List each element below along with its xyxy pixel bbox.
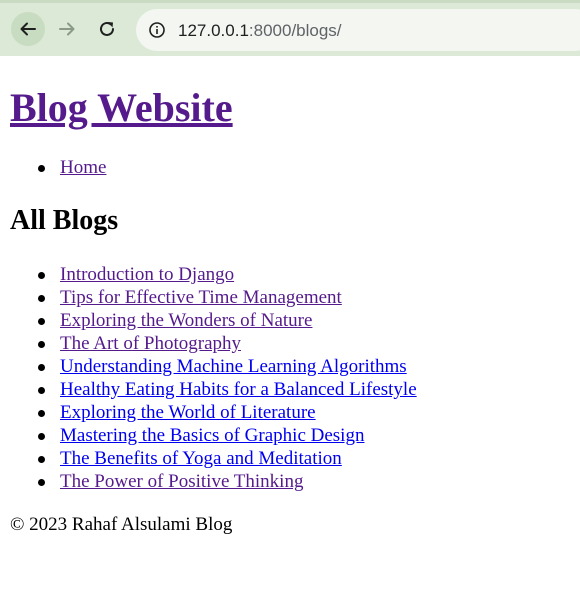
info-circle-icon[interactable] [148, 21, 166, 39]
url-path: :8000/blogs/ [248, 21, 342, 40]
arrow-left-icon [20, 22, 36, 36]
blog-link[interactable]: Understanding Machine Learning Algorithm… [60, 356, 407, 377]
blog-link[interactable]: The Power of Positive Thinking [60, 471, 303, 492]
list-item: The Power of Positive Thinking [10, 470, 417, 493]
site-title: Blog Website [10, 84, 233, 132]
blog-link[interactable]: Mastering the Basics of Graphic Design [60, 425, 364, 446]
page-content: Blog Website Home All Blogs Introduction… [0, 56, 580, 589]
site-nav: Home [10, 156, 106, 179]
list-item: Exploring the Wonders of Nature [10, 309, 417, 332]
nav-item-home: Home [10, 156, 106, 179]
list-item: Tips for Effective Time Management [10, 286, 417, 309]
section-heading: All Blogs [10, 205, 119, 236]
browser-toolbar: 127.0.0.1:8000/blogs/ [0, 0, 580, 56]
blog-link[interactable]: The Benefits of Yoga and Meditation [60, 448, 342, 469]
forward-button[interactable] [50, 12, 84, 46]
home-link[interactable]: Home [60, 157, 106, 178]
list-item: The Benefits of Yoga and Meditation [10, 447, 417, 470]
blog-link[interactable]: The Art of Photography [60, 333, 241, 354]
address-bar[interactable]: 127.0.0.1:8000/blogs/ [136, 9, 580, 51]
list-item: The Art of Photography [10, 332, 417, 355]
site-title-link[interactable]: Blog Website [10, 85, 233, 130]
blog-link[interactable]: Introduction to Django [60, 264, 234, 285]
reload-button[interactable] [90, 12, 124, 46]
list-item: Exploring the World of Literature [10, 401, 417, 424]
list-item: Healthy Eating Habits for a Balanced Lif… [10, 378, 417, 401]
address-url: 127.0.0.1:8000/blogs/ [178, 21, 342, 41]
list-item: Understanding Machine Learning Algorithm… [10, 355, 417, 378]
blog-link[interactable]: Healthy Eating Habits for a Balanced Lif… [60, 379, 417, 400]
list-item: Introduction to Django [10, 263, 417, 286]
blog-link[interactable]: Exploring the Wonders of Nature [60, 310, 312, 331]
back-button[interactable] [11, 12, 45, 46]
reload-icon [100, 21, 114, 36]
blog-list: Introduction to Django Tips for Effectiv… [10, 263, 417, 493]
blog-link[interactable]: Exploring the World of Literature [60, 402, 316, 423]
arrow-right-icon [59, 22, 75, 36]
blog-link[interactable]: Tips for Effective Time Management [60, 287, 342, 308]
list-item: Mastering the Basics of Graphic Design [10, 424, 417, 447]
footer-copyright: © 2023 Rahaf Alsulami Blog [10, 514, 233, 535]
url-host: 127.0.0.1 [178, 21, 249, 40]
